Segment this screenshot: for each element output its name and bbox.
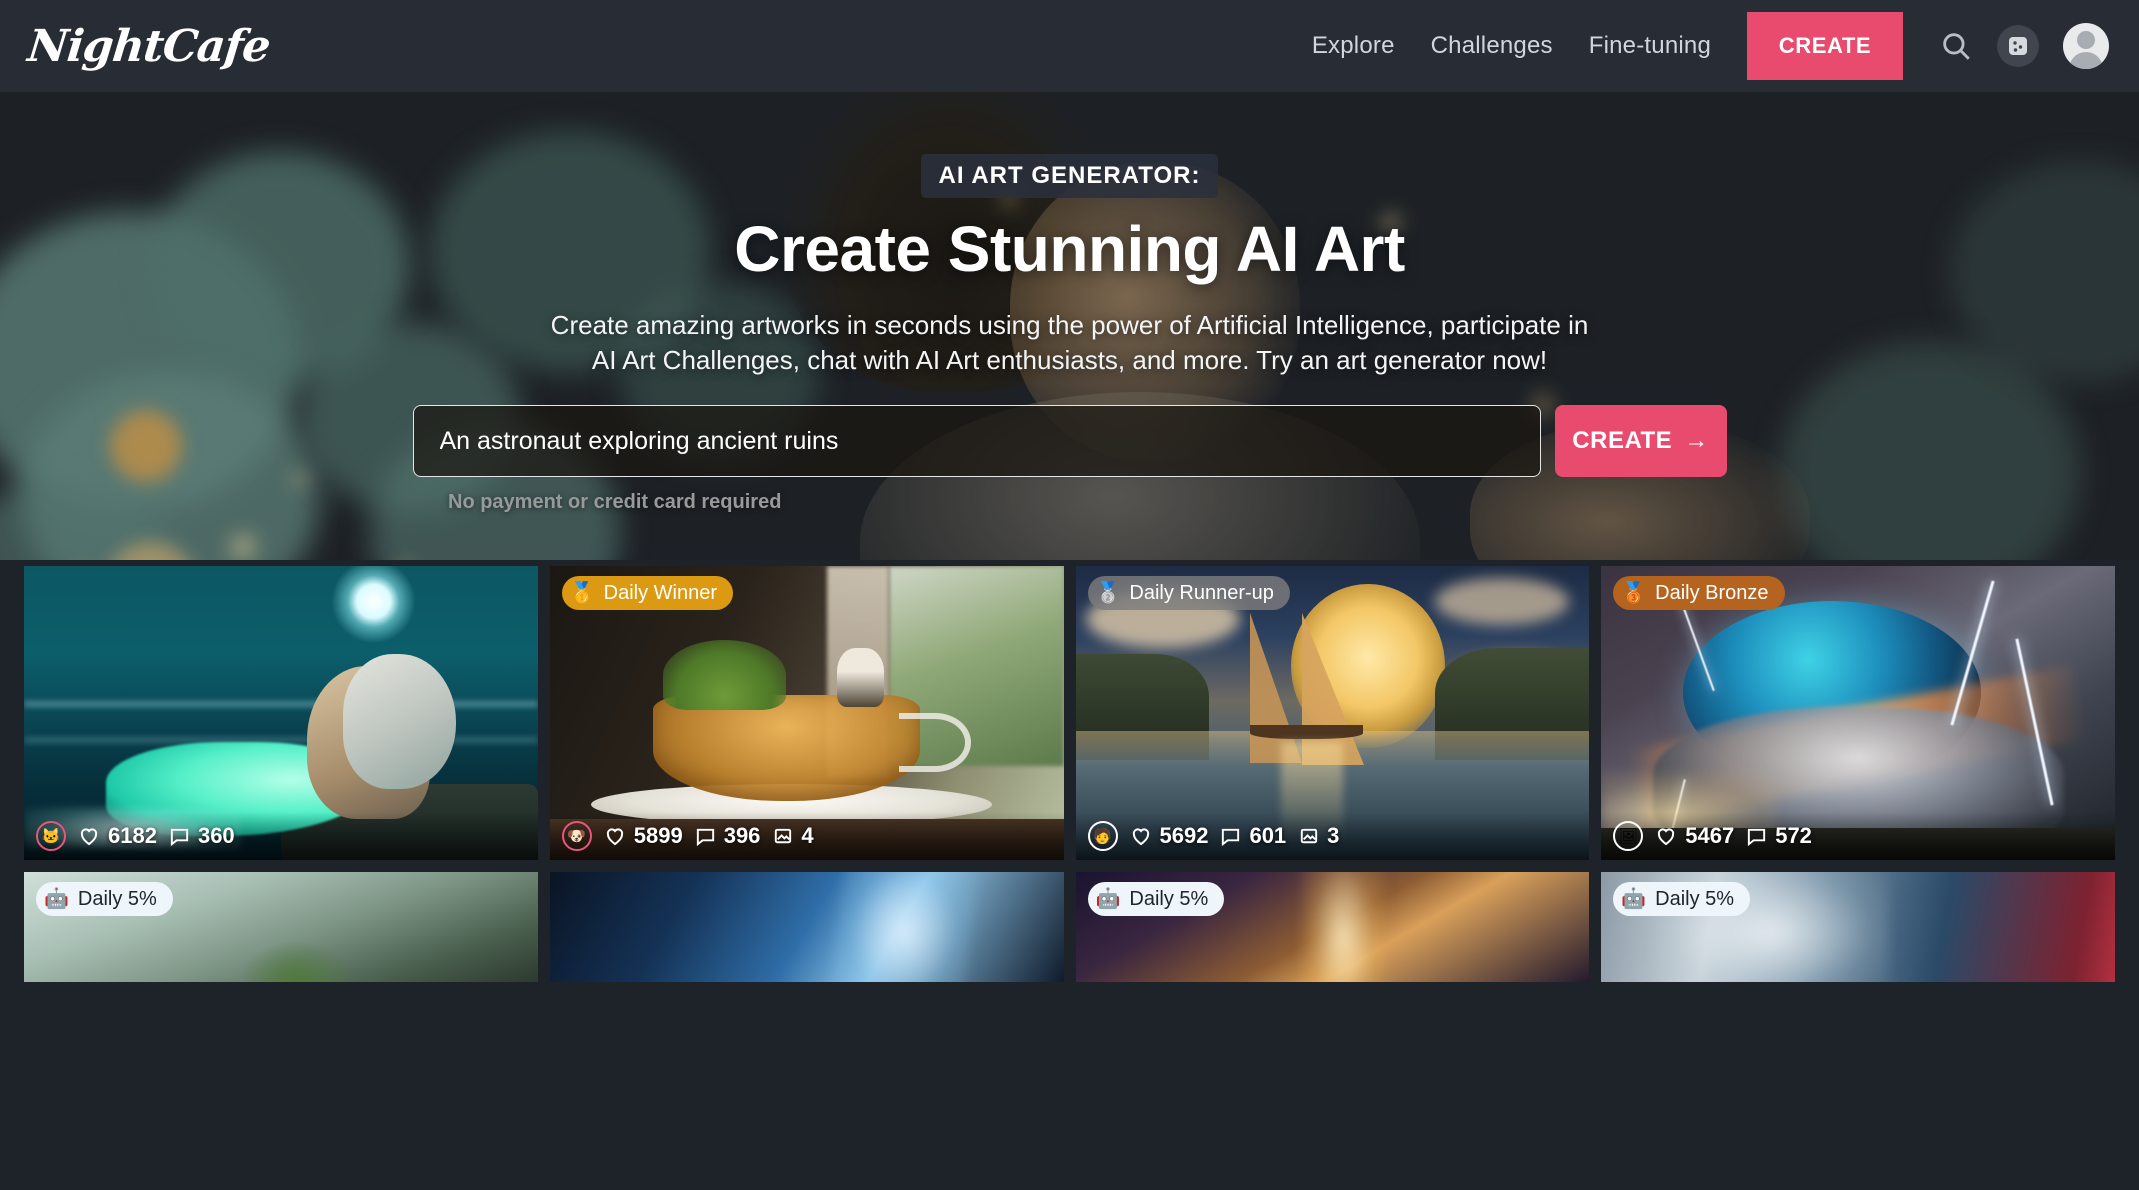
award-badge: 🤖 Daily 5% [36,882,173,916]
award-badge-label: Daily Bronze [1655,581,1769,604]
artwork-gallery: 🐱 6182 360 🥇 Daily Winner 🐶 5899 396 4 🥈… [0,566,2139,1190]
like-stat: 5899 [603,823,683,849]
top-navigation-bar: NightCafe Explore Challenges Fine-tuning… [0,0,2139,92]
award-badge-label: Daily Runner-up [1129,581,1274,604]
hero-title: Create Stunning AI Art [734,213,1405,285]
avatar[interactable]: 🖼 [1613,821,1644,851]
award-badge-label: Daily 5% [77,887,157,910]
arrow-right-icon: → [1684,427,1709,455]
award-badge-label: Daily 5% [1129,887,1209,910]
artwork-card[interactable]: 🤖 Daily 5% [1075,872,1590,982]
medal-icon: 🥈 [1095,582,1121,604]
avatar[interactable]: 🐱 [36,821,66,851]
artwork-stats: 🐶 5899 396 4 [549,812,1064,860]
hero-create-label: CREATE [1572,427,1673,455]
nav-link-explore[interactable]: Explore [1312,32,1395,60]
comment-count: 601 [1249,823,1287,848]
like-stat: 6182 [77,823,157,849]
comment-stat: 601 [1219,823,1286,849]
comment-stat: 396 [694,823,761,849]
heart-icon [80,828,98,846]
heart-icon [606,828,623,846]
heart-icon [1132,828,1149,846]
nightcafe-logo[interactable]: NightCafe [25,21,272,72]
robot-icon: 🤖 [44,888,69,910]
like-count: 5692 [1159,823,1209,848]
images-icon [1301,828,1318,843]
artwork-card[interactable]: 🥈 Daily Runner-up 🧑 5692 601 3 [1075,566,1590,860]
avatar[interactable]: 🐶 [561,821,592,851]
artwork-card[interactable]: 🥇 Daily Winner 🐶 5899 396 4 [549,566,1064,860]
artwork-card[interactable]: 🤖 Daily 5% [1601,872,2115,982]
comment-icon [696,828,714,846]
artwork-card[interactable]: 🐱 6182 360 [24,566,538,860]
artwork-card[interactable]: 🤖 Daily 5% [24,872,538,982]
award-badge: 🥇 Daily Winner [561,576,734,610]
hero-subtitle: Create amazing artworks in seconds using… [550,310,1589,375]
prompt-row: CREATE → [412,405,1727,478]
images-icon [775,828,792,843]
award-badge: 🥈 Daily Runner-up [1087,576,1290,610]
prompt-input[interactable] [412,405,1541,478]
nav-links: Explore Challenges Fine-tuning [1312,32,1711,60]
no-payment-note: No payment or credit card required [448,491,782,514]
medal-icon: 🥉 [1621,582,1647,604]
hero-content: AI ART GENERATOR: Create Stunning AI Art… [0,92,2139,560]
artwork-card[interactable] [549,872,1064,982]
comment-icon [1748,828,1766,846]
award-badge: 🤖 Daily 5% [1613,882,1751,916]
artwork-stats: 🖼 5467 572 [1601,812,2115,860]
nav-link-challenges[interactable]: Challenges [1431,32,1553,60]
comment-count: 360 [197,823,235,848]
robot-icon: 🤖 [1621,888,1647,910]
dice-icon[interactable] [1997,25,2039,67]
hero-section: AI ART GENERATOR: Create Stunning AI Art… [0,92,2139,560]
nav-icon-group [1939,23,2109,69]
search-icon[interactable] [1939,29,1973,63]
like-stat: 5467 [1654,823,1734,849]
artwork-stats: 🧑 5692 601 3 [1075,812,1590,860]
medal-icon: 🥇 [569,582,595,604]
like-count: 6182 [108,823,157,848]
nav-create-button[interactable]: CREATE [1747,12,1903,80]
robot-icon: 🤖 [1095,888,1121,910]
comment-count: 572 [1775,823,1812,848]
image-count: 4 [801,823,814,848]
artwork-image-cosmic-swirl [549,872,1064,982]
award-badge-label: Daily 5% [1655,887,1735,910]
hero-create-button[interactable]: CREATE → [1554,405,1727,478]
award-badge: 🥉 Daily Bronze [1613,576,1785,610]
comment-icon [170,828,189,846]
like-count: 5467 [1685,823,1735,848]
like-stat: 5692 [1129,823,1209,849]
image-count: 3 [1327,823,1340,848]
award-badge-label: Daily Winner [603,581,718,604]
image-count-stat: 4 [771,823,814,849]
user-avatar-icon[interactable] [2063,23,2109,69]
hero-eyebrow-badge: AI ART GENERATOR: [920,154,1219,198]
comment-count: 396 [723,823,761,848]
comment-icon [1222,828,1240,846]
nav-link-fine-tuning[interactable]: Fine-tuning [1589,32,1711,60]
heart-icon [1658,828,1675,846]
image-count-stat: 3 [1297,823,1339,849]
comment-stat: 572 [1745,823,1812,849]
artwork-stats: 🐱 6182 360 [24,812,538,860]
avatar[interactable]: 🧑 [1087,821,1118,851]
like-count: 5899 [633,823,683,848]
artwork-card[interactable]: 🥉 Daily Bronze 🖼 5467 572 [1601,566,2115,860]
comment-stat: 360 [168,823,235,849]
award-badge: 🤖 Daily 5% [1087,882,1225,916]
